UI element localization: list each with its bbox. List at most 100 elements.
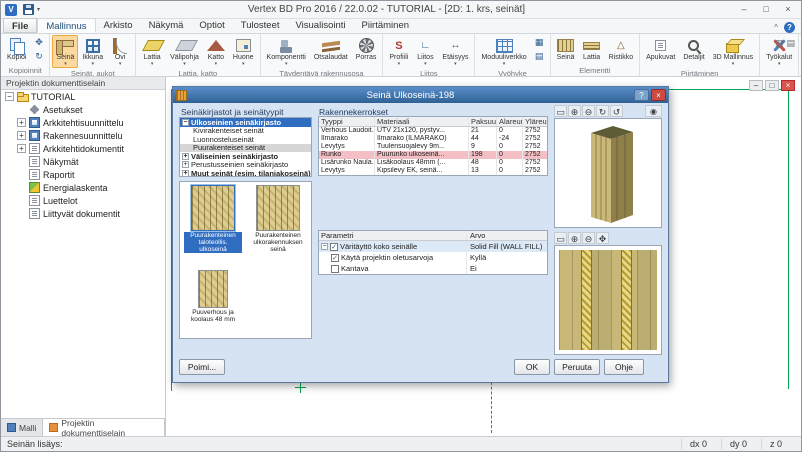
ok-button[interactable]: OK <box>514 359 550 375</box>
ribbon-button-apukuvat[interactable]: Apukuvat <box>642 35 679 68</box>
tree-item-arkkitehtisuunnittelu[interactable]: + Arkkitehtisuunnittelu <box>1 116 165 129</box>
ribbon-button-kopioi[interactable]: Kopioi <box>3 35 30 65</box>
tab-arkisto[interactable]: Arkisto <box>96 18 141 33</box>
window-tile-icon[interactable]: ▥ <box>775 38 784 49</box>
param-row-kantava[interactable]: Kantava Ei <box>319 263 547 274</box>
doc-close-button[interactable]: × <box>781 80 795 91</box>
tree-item-liittyvat-dokumentit[interactable]: Liittyvät dokumentit <box>1 207 165 220</box>
collapse-icon[interactable]: − <box>321 243 328 250</box>
ribbon-button-etaisyys[interactable]: ↔ Etäisyys ▾ <box>438 35 472 68</box>
tree-item-tutorial[interactable]: − TUTORIAL <box>1 90 165 103</box>
preview-3d[interactable] <box>554 118 662 228</box>
ribbon-button-seina[interactable]: Seinä ▾ <box>52 35 78 68</box>
checkbox-unchecked[interactable] <box>331 265 339 273</box>
tree-item-asetukset[interactable]: Asetukset <box>1 103 165 116</box>
tab-mallinnus[interactable]: Mallinnus <box>37 18 95 33</box>
tree-item-luettelot[interactable]: Luettelot <box>1 194 165 207</box>
zoom-window-icon[interactable]: ▭ <box>554 105 567 117</box>
zoom-out-icon[interactable]: ⊖ <box>582 105 595 117</box>
param-value[interactable]: Kyllä <box>467 252 547 263</box>
render-mode-icon[interactable]: ◉ <box>645 105 662 117</box>
library-item-perustusseinien[interactable]: + Perustusseinien seinäkirjasto <box>180 161 311 170</box>
cancel-button[interactable]: Peruuta <box>554 359 600 375</box>
col-materiaali[interactable]: Materiaali <box>375 117 469 126</box>
layer-row-selected[interactable]: Runko Puurunko ulkoseinä... 198 0 2752 <box>319 151 547 159</box>
checkbox-checked[interactable]: ✓ <box>330 243 338 251</box>
close-button[interactable]: × <box>777 3 799 17</box>
zoom-out-icon[interactable]: ⊖ <box>582 232 595 244</box>
poimi-button[interactable]: Poimi... <box>179 359 225 375</box>
param-value[interactable]: Solid Fill (WALL FILL) <box>467 241 547 252</box>
col-ylareuna[interactable]: Yläreuna <box>523 117 547 126</box>
param-row-varitaytto[interactable]: − ✓ Väritäyttö koko seinälle Solid Fill … <box>319 241 547 252</box>
tab-tulosteet[interactable]: Tulosteet <box>233 18 288 33</box>
ribbon-button-otsalaudat[interactable]: Otsalaudat <box>310 35 352 68</box>
tab-projektin-dokumenttiselain[interactable]: Projektin dokumenttiselain <box>43 419 165 436</box>
tab-malli[interactable]: Malli <box>1 419 43 436</box>
help-button[interactable]: Ohje <box>604 359 644 375</box>
tab-piirtaminen[interactable]: Piirtäminen <box>354 18 418 33</box>
ribbon-button-detaljit[interactable]: Detaljit <box>679 35 708 68</box>
col-paksuus[interactable]: Paksuus <box>469 117 497 126</box>
window-cascade-icon[interactable]: ▤ <box>786 38 795 49</box>
tree-item-arkkitehtidokumentit[interactable]: + Arkkitehtidokumentit <box>1 142 165 155</box>
save-icon[interactable] <box>23 4 34 15</box>
library-item-kivirakenteiset[interactable]: Kivirakenteiset seinät <box>180 127 311 136</box>
zoom-window-icon[interactable]: ▭ <box>554 232 567 244</box>
ribbon-button-ristikko[interactable]: △ Ristikko <box>605 35 638 65</box>
tree-item-energialaskenta[interactable]: Energialaskenta <box>1 181 165 194</box>
tab-optiot[interactable]: Optiot <box>191 18 232 33</box>
layer-row[interactable]: Lisärunko Naula... Lisäkoolaus 48mm (...… <box>319 159 547 167</box>
dialog-title-bar[interactable]: Seinä Ulkoseinä-198 ? × <box>173 87 668 103</box>
rotate-cw-icon[interactable]: ↻ <box>596 105 609 117</box>
ribbon-collapse-icon[interactable]: ^ <box>774 23 778 32</box>
doc-minimize-button[interactable]: – <box>749 80 763 91</box>
param-row-oletusarvot[interactable]: ✓ Käytä projektin oletusarvoja Kyllä <box>319 252 547 263</box>
expand-icon[interactable]: + <box>17 131 26 140</box>
layer-row[interactable]: Ilmarako Ilmarako (ILMARAKO) 44 -24 2752 <box>319 135 547 143</box>
wall-type-puuverhous[interactable]: Puuverhous ja koolaus 48 mm <box>183 270 243 323</box>
library-item-valiseinien[interactable]: + Väliseinien seinäkirjasto <box>180 152 311 161</box>
col-alareuna[interactable]: Alareuna <box>497 117 523 126</box>
zone-rows-icon[interactable]: ▤ <box>532 50 547 63</box>
zoom-in-icon[interactable]: ⊕ <box>568 232 581 244</box>
ribbon-button-valipohja[interactable]: Välipohja ▾ <box>166 35 203 68</box>
ribbon-button-ikkuna[interactable]: Ikkuna ▾ <box>78 35 107 68</box>
tree-item-raportit[interactable]: Raportit <box>1 168 165 181</box>
tab-visualisointi[interactable]: Visualisointi <box>288 18 354 33</box>
library-item-muut-seinat[interactable]: + Muut seinät (esim. tilanjakoseinä) <box>180 169 311 177</box>
collapse-icon[interactable]: − <box>5 92 14 101</box>
ribbon-button-elementti-seina[interactable]: Seinä <box>553 35 579 65</box>
zone-grid-icon[interactable]: ▦ <box>532 36 547 49</box>
expand-icon[interactable]: + <box>182 161 189 168</box>
rotate-ccw-icon[interactable]: ↺ <box>610 105 623 117</box>
ribbon-button-huone[interactable]: Huone ▾ <box>229 35 258 68</box>
expand-icon[interactable]: + <box>182 153 189 160</box>
ribbon-button-elementti-lattia[interactable]: Lattia <box>579 35 605 65</box>
maximize-button[interactable]: □ <box>755 3 777 17</box>
layer-row[interactable]: Verhous Laudoit... UTV 21x120, pystyv...… <box>319 127 547 135</box>
ribbon-button-ovi[interactable]: Ovi ▾ <box>107 35 133 68</box>
checkbox-checked[interactable]: ✓ <box>331 254 339 262</box>
library-item-luonnostelu[interactable]: Luonnosteluseinät <box>180 135 311 144</box>
layer-row[interactable]: Levytys Tuulensuojalevy 9m... 9 0 2752 <box>319 143 547 151</box>
zoom-in-icon[interactable]: ⊕ <box>568 105 581 117</box>
ribbon-button-profiili[interactable]: S Profiili ▾ <box>385 35 412 68</box>
collapse-icon[interactable]: − <box>182 119 189 126</box>
tab-file[interactable]: File <box>3 18 37 33</box>
ribbon-button-moduuliverkko[interactable]: Moduuliverkko ▾ <box>477 35 530 68</box>
library-item-puurakenteiset[interactable]: Puurakenteiset seinät <box>180 144 311 153</box>
doc-restore-button[interactable]: □ <box>765 80 779 91</box>
col-tyyppi[interactable]: Tyyppi <box>319 117 375 126</box>
ribbon-button-porras[interactable]: Porras <box>352 35 381 68</box>
move-icon[interactable]: ✥ <box>31 36 46 49</box>
expand-icon[interactable]: + <box>17 118 26 127</box>
expand-icon[interactable]: + <box>17 144 26 153</box>
minimize-button[interactable]: – <box>733 3 755 17</box>
wall-type-taloteollisuus[interactable]: Puurakenteinen taloteollis. ulkoseinä <box>183 185 243 253</box>
col-arvo[interactable]: Arvo <box>467 231 547 240</box>
param-value[interactable]: Ei <box>467 263 547 274</box>
help-icon[interactable]: ? <box>784 22 795 33</box>
preview-section[interactable] <box>554 245 662 355</box>
dialog-close-button[interactable]: × <box>651 89 666 101</box>
